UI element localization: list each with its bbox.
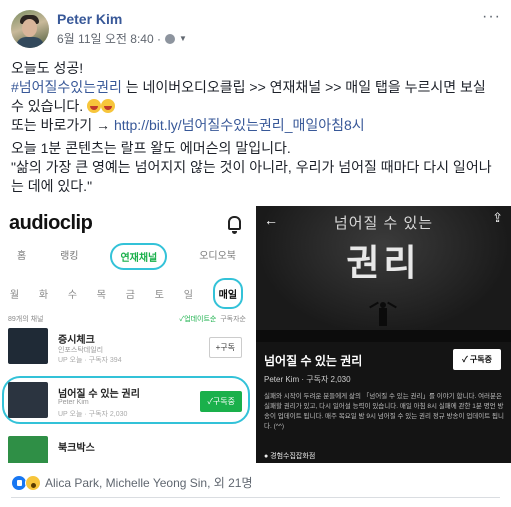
back-arrow-icon: ← xyxy=(264,212,278,228)
sort-subscribers: 구독자순 xyxy=(220,316,246,323)
channel-heading: 넘어질 수 있는 권리 xyxy=(264,354,363,368)
channel-thumbnail xyxy=(8,382,48,418)
channel-count: 89개의 채널 xyxy=(8,316,44,323)
grinning-emoji-icon xyxy=(101,99,116,113)
day-tue: 화 xyxy=(38,290,49,301)
channel-author: Peter Kim · 구독자 2,030 xyxy=(264,375,351,384)
channel-description: 실패와 시작이 두려운 분들에게 삶의 「넘어질 수 있는 권리」를 이야기 합… xyxy=(264,393,505,430)
channel-thumbnail xyxy=(8,328,48,364)
channel-meta: UP 오늘 · 구독자 394 xyxy=(58,357,122,364)
silhouette-image xyxy=(369,301,397,332)
post-line-5: "삶의 가장 큰 영예는 넘어지지 않는 것이 아니라, 우리가 넘어질 때마다… xyxy=(11,159,492,194)
list-item: 증시체크 인포스탁데일리 UP 오늘 · 구독자 394 +구독 xyxy=(8,328,246,368)
day-selector: 월 화 수 목 금 토 일 매일 xyxy=(0,278,251,309)
post-meta: 6월 11일 오전 8:40 · ▼ xyxy=(57,30,187,47)
caret-down-icon[interactable]: ▼ xyxy=(179,34,187,43)
divider xyxy=(11,497,500,498)
list-subbar: 89개의 채널 ✓업데이트순 구독자순 xyxy=(8,314,246,324)
subscribed-button: ✓ 구독중 xyxy=(453,349,501,370)
author-avatar[interactable] xyxy=(11,10,49,48)
globe-icon xyxy=(164,33,175,44)
cover-title-big: 권리 xyxy=(346,242,421,283)
more-options-icon[interactable]: ··· xyxy=(482,8,501,26)
channel-publisher: ● 경험수집잡화점 xyxy=(264,453,316,460)
channel-title: 넘어질 수 있는 권리 xyxy=(58,389,140,400)
facebook-post: Peter Kim 6월 11일 오전 8:40 · ▼ ··· 오늘도 성공!… xyxy=(0,0,511,507)
day-daily: 매일 xyxy=(212,278,244,309)
subscribe-button: +구독 xyxy=(208,337,242,358)
grinning-emoji-icon xyxy=(87,99,102,113)
shortlink[interactable]: http://bit.ly/넘어질수있는권리_매일아침8시 xyxy=(114,117,365,133)
subscribed-button: ✓구독중 xyxy=(200,391,242,412)
post-line-3: 또는 바로가기 → http://bit.ly/넘어질수있는권리_매일아침8시 xyxy=(11,116,501,135)
list-item: 넘어질 수 있는 권리 Peter Kim UP 오늘 · 구독자 2,030 … xyxy=(8,382,246,422)
post-line-4: 오늘 1분 콘텐츠는 랄프 왈도 에머슨의 말입니다. xyxy=(11,140,291,156)
wow-reaction-icon xyxy=(25,474,41,491)
audioclip-tabs: 홈 랭킹 연재채널 오디오북 xyxy=(0,243,251,270)
audioclip-logo: audioclip xyxy=(9,212,93,234)
audioclip-screenshot[interactable]: audioclip 홈 랭킹 연재채널 오디오북 월 화 수 목 금 토 일 매… xyxy=(0,206,253,463)
post-timestamp[interactable]: 6월 11일 오전 8:40 · xyxy=(57,30,161,47)
post-line-3-prefix: 또는 바로가기 → xyxy=(11,117,114,133)
day-sat: 토 xyxy=(154,290,164,301)
tab-ranking: 랭킹 xyxy=(60,251,79,262)
channel-thumbnail xyxy=(8,436,48,463)
post-line-1: 오늘도 성공! xyxy=(11,60,84,76)
tab-series: 연재채널 xyxy=(110,243,168,270)
sort-updated: ✓업데이트순 xyxy=(179,316,217,323)
tab-audiobook: 오디오북 xyxy=(199,251,237,262)
channel-title: 북크박스 xyxy=(58,443,95,454)
share-icon: ⇪ xyxy=(492,210,503,225)
day-thu: 목 xyxy=(96,290,106,301)
channel-meta: UP 오늘 · 구독자 2,030 xyxy=(58,411,128,418)
tab-home: 홈 xyxy=(16,251,27,262)
cover-title-small: 넘어질 수 있는 xyxy=(333,215,434,232)
channel-sub: Peter Kim xyxy=(58,399,89,406)
list-item: 북크박스 xyxy=(8,436,246,463)
channel-sub: 인포스탁데일리 xyxy=(58,347,104,354)
channel-detail-screenshot[interactable]: 넘어질 수 있는 권리 ← ⇪ 넘어질 수 있는 권리 ✓ 구독중 Peter … xyxy=(256,206,511,463)
day-mon: 월 xyxy=(9,290,20,301)
author-name[interactable]: Peter Kim xyxy=(57,11,122,27)
day-sun: 일 xyxy=(183,290,193,301)
bell-icon xyxy=(228,216,241,234)
post-line-2: #넘어질수있는권리 는 네이버오디오클립 >> 연재채널 >> 매일 탭을 누르… xyxy=(11,78,501,116)
reactions-bar[interactable]: Alica Park, Michelle Yeong Sin, 외 21명 xyxy=(11,474,253,491)
ground xyxy=(256,330,511,342)
hashtag-link[interactable]: #넘어질수있는권리 xyxy=(11,79,122,95)
day-wed: 수 xyxy=(67,290,78,301)
reactions-text[interactable]: Alica Park, Michelle Yeong Sin, 외 21명 xyxy=(45,474,253,491)
day-fri: 금 xyxy=(125,290,135,301)
post-body: 오늘도 성공! #넘어질수있는권리 는 네이버오디오클립 >> 연재채널 >> … xyxy=(11,59,501,196)
channel-title: 증시체크 xyxy=(58,335,95,346)
